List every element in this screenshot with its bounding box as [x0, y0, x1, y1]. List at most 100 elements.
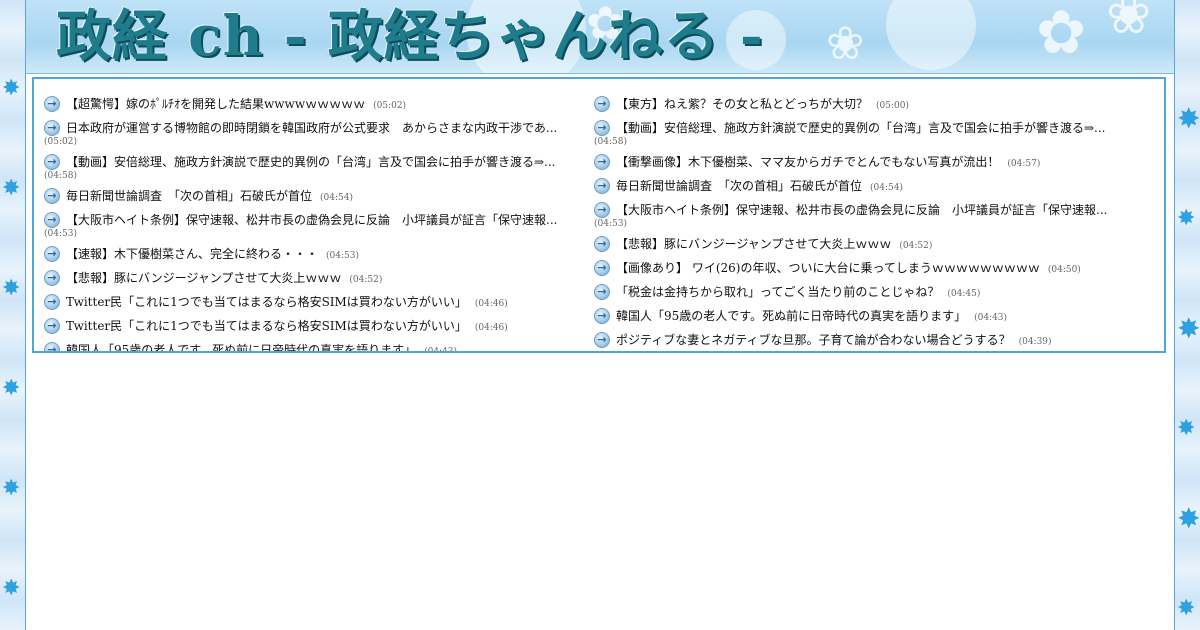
article-link[interactable]: 【大阪市ヘイト条例】保守速報、松井市長の虚偽会見に反論 小坪議員が証言「保守速報…: [66, 213, 557, 227]
flower-decoration-icon: ❀: [826, 16, 865, 70]
article-timestamp: (05:00): [876, 101, 909, 111]
article-timestamp: (04:46): [474, 299, 508, 309]
article-link[interactable]: 【画像あり】 ワイ(26)の年収、ついに大台に乗ってしまうｗｗｗｗｗｗｗｗｗ: [616, 261, 1040, 275]
article-item[interactable]: → 毎日新聞世論調査 「次の首相」石破氏が首位 (04:54): [594, 175, 1139, 199]
flower-decoration-icon: ❀: [1106, 0, 1152, 46]
article-timestamp: (04:46): [474, 323, 508, 333]
article-timestamp: (04:53): [594, 219, 627, 229]
article-item[interactable]: → 日本政府が運営する博物館の即時閉鎖を韓国政府が公式要求 あからさまな内政干渉で…: [44, 117, 589, 149]
star-burst-icon: ✸: [1177, 206, 1196, 231]
article-link[interactable]: 【悲報】豚にバンジージャンプさせて大炎上ｗｗｗ: [616, 237, 891, 251]
article-item[interactable]: → 【悲報】豚にバンジージャンプさせて大炎上ｗｗｗ (04:52): [594, 233, 1139, 257]
article-timestamp: (04:54): [320, 193, 353, 203]
article-link[interactable]: 毎日新聞世論調査 「次の首相」石破氏が首位: [616, 179, 862, 193]
article-link[interactable]: 「税金は金持ちから取れ」ってごく当たり前のことじゃね？: [616, 285, 939, 299]
article-timestamp: (04:58): [594, 137, 627, 147]
article-item[interactable]: → 【動画】安倍総理、施政方針演説で歴史的異例の「台湾」言及で国会に拍手が響き渡る…: [44, 151, 589, 183]
article-link[interactable]: 【衝撃画像】木下優樹菜、ママ友からガチでとんでもない写真が流出！: [616, 155, 999, 169]
article-item[interactable]: → 【大阪市ヘイト条例】保守速報、松井市長の虚偽会見に反論 小坪議員が証言「保守速…: [44, 209, 589, 241]
article-item[interactable]: → 【悲報】豚にバンジージャンプさせて大炎上ｗｗｗ (04:52): [44, 267, 589, 291]
arrow-circle-icon: →: [44, 317, 60, 334]
arrow-circle-icon: →: [44, 341, 60, 351]
star-burst-icon: ✸: [1177, 102, 1200, 135]
left-decoration-band: ✸ ✸ ✸ ✸ ✸ ✸: [0, 0, 25, 630]
arrow-circle-icon: →: [44, 153, 60, 170]
article-list-box: → 【超驚愕】嫁のﾎﾟﾙﾁｵを開発した結果wwwwｗｗｗｗｗ (05:02) → 日本政…: [32, 77, 1166, 353]
article-item[interactable]: → 【速報】木下優樹菜さん、完全に終わる・・・ (04:53): [44, 243, 589, 267]
article-timestamp: (04:53): [44, 229, 77, 239]
right-decoration-band: ✸ ✸ ✸ ✸ ✸ ✸: [1175, 0, 1200, 630]
arrow-circle-icon: →: [44, 187, 60, 204]
article-timestamp: (04:43): [424, 347, 458, 353]
article-item[interactable]: → 【動画】安倍総理、施政方針演説で歴史的異例の「台湾」言及で国会に拍手が響き渡る…: [594, 117, 1139, 149]
article-item[interactable]: → 【画像あり】 ワイ(26)の年収、ついに大台に乗ってしまうｗｗｗｗｗｗｗｗｗ (…: [594, 257, 1139, 281]
site-banner[interactable]: ✿ ❀ ✿ ❀ 政経 ch - 政経ちゃんねる -: [26, 0, 1174, 74]
article-item[interactable]: → 「税金は金持ちから取れ」ってごく当たり前のことじゃね？ (04:45): [594, 281, 1139, 305]
article-timestamp: (04:57): [1007, 159, 1041, 169]
article-timestamp: (05:02): [44, 137, 77, 147]
article-timestamp: (04:52): [899, 241, 933, 251]
article-link[interactable]: 日本政府が運営する博物館の即時閉鎖を韓国政府が公式要求 あからさまな内政干渉であ…: [66, 121, 557, 135]
article-timestamp: (04:50): [1047, 265, 1081, 275]
article-item[interactable]: → 【東方】ねえ紫？その女と私とどっちが大切？ (05:00): [594, 93, 1139, 117]
banner-bubble-decoration: [886, 0, 976, 70]
article-timestamp: (04:45): [947, 289, 981, 299]
article-timestamp: (05:02): [373, 101, 407, 111]
article-item[interactable]: → ポジティブな妻とネガティブな旦那。子育て論が合わない場合どうする？ (04:39…: [594, 329, 1139, 351]
star-burst-icon: ✸: [1177, 596, 1196, 621]
article-item[interactable]: → Twitter民「これに1つでも当てはまるなら格安SIMは買わない方がいい」 (…: [44, 291, 589, 315]
star-burst-icon: ✸: [2, 76, 21, 101]
article-link[interactable]: 【悲報】豚にバンジージャンプさせて大炎上ｗｗｗ: [66, 271, 341, 285]
arrow-circle-icon: →: [594, 119, 610, 136]
article-link[interactable]: 韓国人「95歳の老人です。死ぬ前に日帝時代の真実を語ります」: [616, 309, 966, 323]
article-item[interactable]: → 【超驚愕】嫁のﾎﾟﾙﾁｵを開発した結果wwwwｗｗｗｗｗ (05:02): [44, 93, 589, 117]
arrow-circle-icon: →: [594, 259, 610, 276]
article-timestamp: (04:52): [349, 275, 383, 285]
star-burst-icon: ✸: [2, 376, 21, 401]
article-timestamp: (04:39): [1018, 337, 1052, 347]
left-article-column: → 【超驚愕】嫁のﾎﾟﾙﾁｵを開発した結果wwwwｗｗｗｗｗ (05:02) → 日本政…: [44, 93, 589, 353]
site-title[interactable]: 政経 ch - 政経ちゃんねる -: [56, 2, 764, 70]
star-burst-icon: ✸: [2, 476, 21, 501]
star-burst-icon: ✸: [2, 176, 21, 201]
article-link[interactable]: 【超驚愕】嫁のﾎﾟﾙﾁｵを開発した結果wwwwｗｗｗｗｗ: [66, 97, 365, 111]
arrow-circle-icon: →: [44, 211, 60, 228]
article-link[interactable]: ポジティブな妻とネガティブな旦那。子育て論が合わない場合どうする？: [616, 333, 1011, 347]
article-item[interactable]: → 【大阪市ヘイト条例】保守速報、松井市長の虚偽会見に反論 小坪議員が証言「保守速…: [594, 199, 1139, 231]
article-link[interactable]: 【動画】安倍総理、施政方針演説で歴史的異例の「台湾」言及で国会に拍手が響き渡る⇒…: [616, 121, 1106, 135]
arrow-circle-icon: →: [594, 95, 610, 112]
article-link[interactable]: 【速報】木下優樹菜さん、完全に終わる・・・: [66, 247, 318, 261]
page-container: ✿ ❀ ✿ ❀ 政経 ch - 政経ちゃんねる - → 【超驚愕】嫁のﾎﾟﾙﾁｵを…: [25, 0, 1175, 630]
article-link[interactable]: 【大阪市ヘイト条例】保守速報、松井市長の虚偽会見に反論 小坪議員が証言「保守速報…: [616, 203, 1107, 217]
arrow-circle-icon: →: [44, 293, 60, 310]
arrow-circle-icon: →: [44, 269, 60, 286]
article-timestamp: (04:43): [974, 313, 1008, 323]
article-link[interactable]: 毎日新聞世論調査 「次の首相」石破氏が首位: [66, 189, 312, 203]
article-item[interactable]: → 韓国人「95歳の老人です。死ぬ前に日帝時代の真実を語ります」 (04:43): [594, 305, 1139, 329]
arrow-circle-icon: →: [594, 307, 610, 324]
article-item[interactable]: → Twitter民「これに1つでも当てはまるなら格安SIMは買わない方がいい」 (…: [44, 315, 589, 339]
arrow-circle-icon: →: [594, 153, 610, 170]
arrow-circle-icon: →: [594, 201, 610, 218]
article-item[interactable]: → 韓国人「95歳の老人です。死ぬ前に日帝時代の真実を語ります」 (04:43): [44, 339, 589, 353]
arrow-circle-icon: →: [44, 95, 60, 112]
right-article-column: → 【東方】ねえ紫？その女と私とどっちが大切？ (05:00) → 【動画】安倍総理、施…: [594, 93, 1139, 351]
article-timestamp: (04:54): [870, 183, 903, 193]
article-item[interactable]: → 【衝撃画像】木下優樹菜、ママ友からガチでとんでもない写真が流出！ (04:57): [594, 151, 1139, 175]
article-link[interactable]: 韓国人「95歳の老人です。死ぬ前に日帝時代の真実を語ります」: [66, 343, 416, 351]
article-timestamp: (04:58): [44, 171, 77, 181]
star-burst-icon: ✸: [1177, 312, 1200, 345]
article-link[interactable]: Twitter民「これに1つでも当てはまるなら格安SIMは買わない方がいい」: [66, 319, 467, 333]
article-link[interactable]: Twitter民「これに1つでも当てはまるなら格安SIMは買わない方がいい」: [66, 295, 467, 309]
arrow-circle-icon: →: [594, 177, 610, 194]
article-item[interactable]: → 毎日新聞世論調査 「次の首相」石破氏が首位 (04:54): [44, 185, 589, 209]
flower-decoration-icon: ✿: [1036, 0, 1087, 68]
arrow-circle-icon: →: [44, 245, 60, 262]
star-burst-icon: ✸: [2, 276, 21, 301]
star-burst-icon: ✸: [2, 576, 21, 601]
star-burst-icon: ✸: [1177, 416, 1196, 441]
article-timestamp: (04:53): [326, 251, 359, 261]
star-burst-icon: ✸: [1177, 502, 1200, 535]
article-link[interactable]: 【動画】安倍総理、施政方針演説で歴史的異例の「台湾」言及で国会に拍手が響き渡る⇒…: [66, 155, 556, 169]
article-link[interactable]: 【東方】ねえ紫？その女と私とどっちが大切？: [616, 97, 868, 111]
